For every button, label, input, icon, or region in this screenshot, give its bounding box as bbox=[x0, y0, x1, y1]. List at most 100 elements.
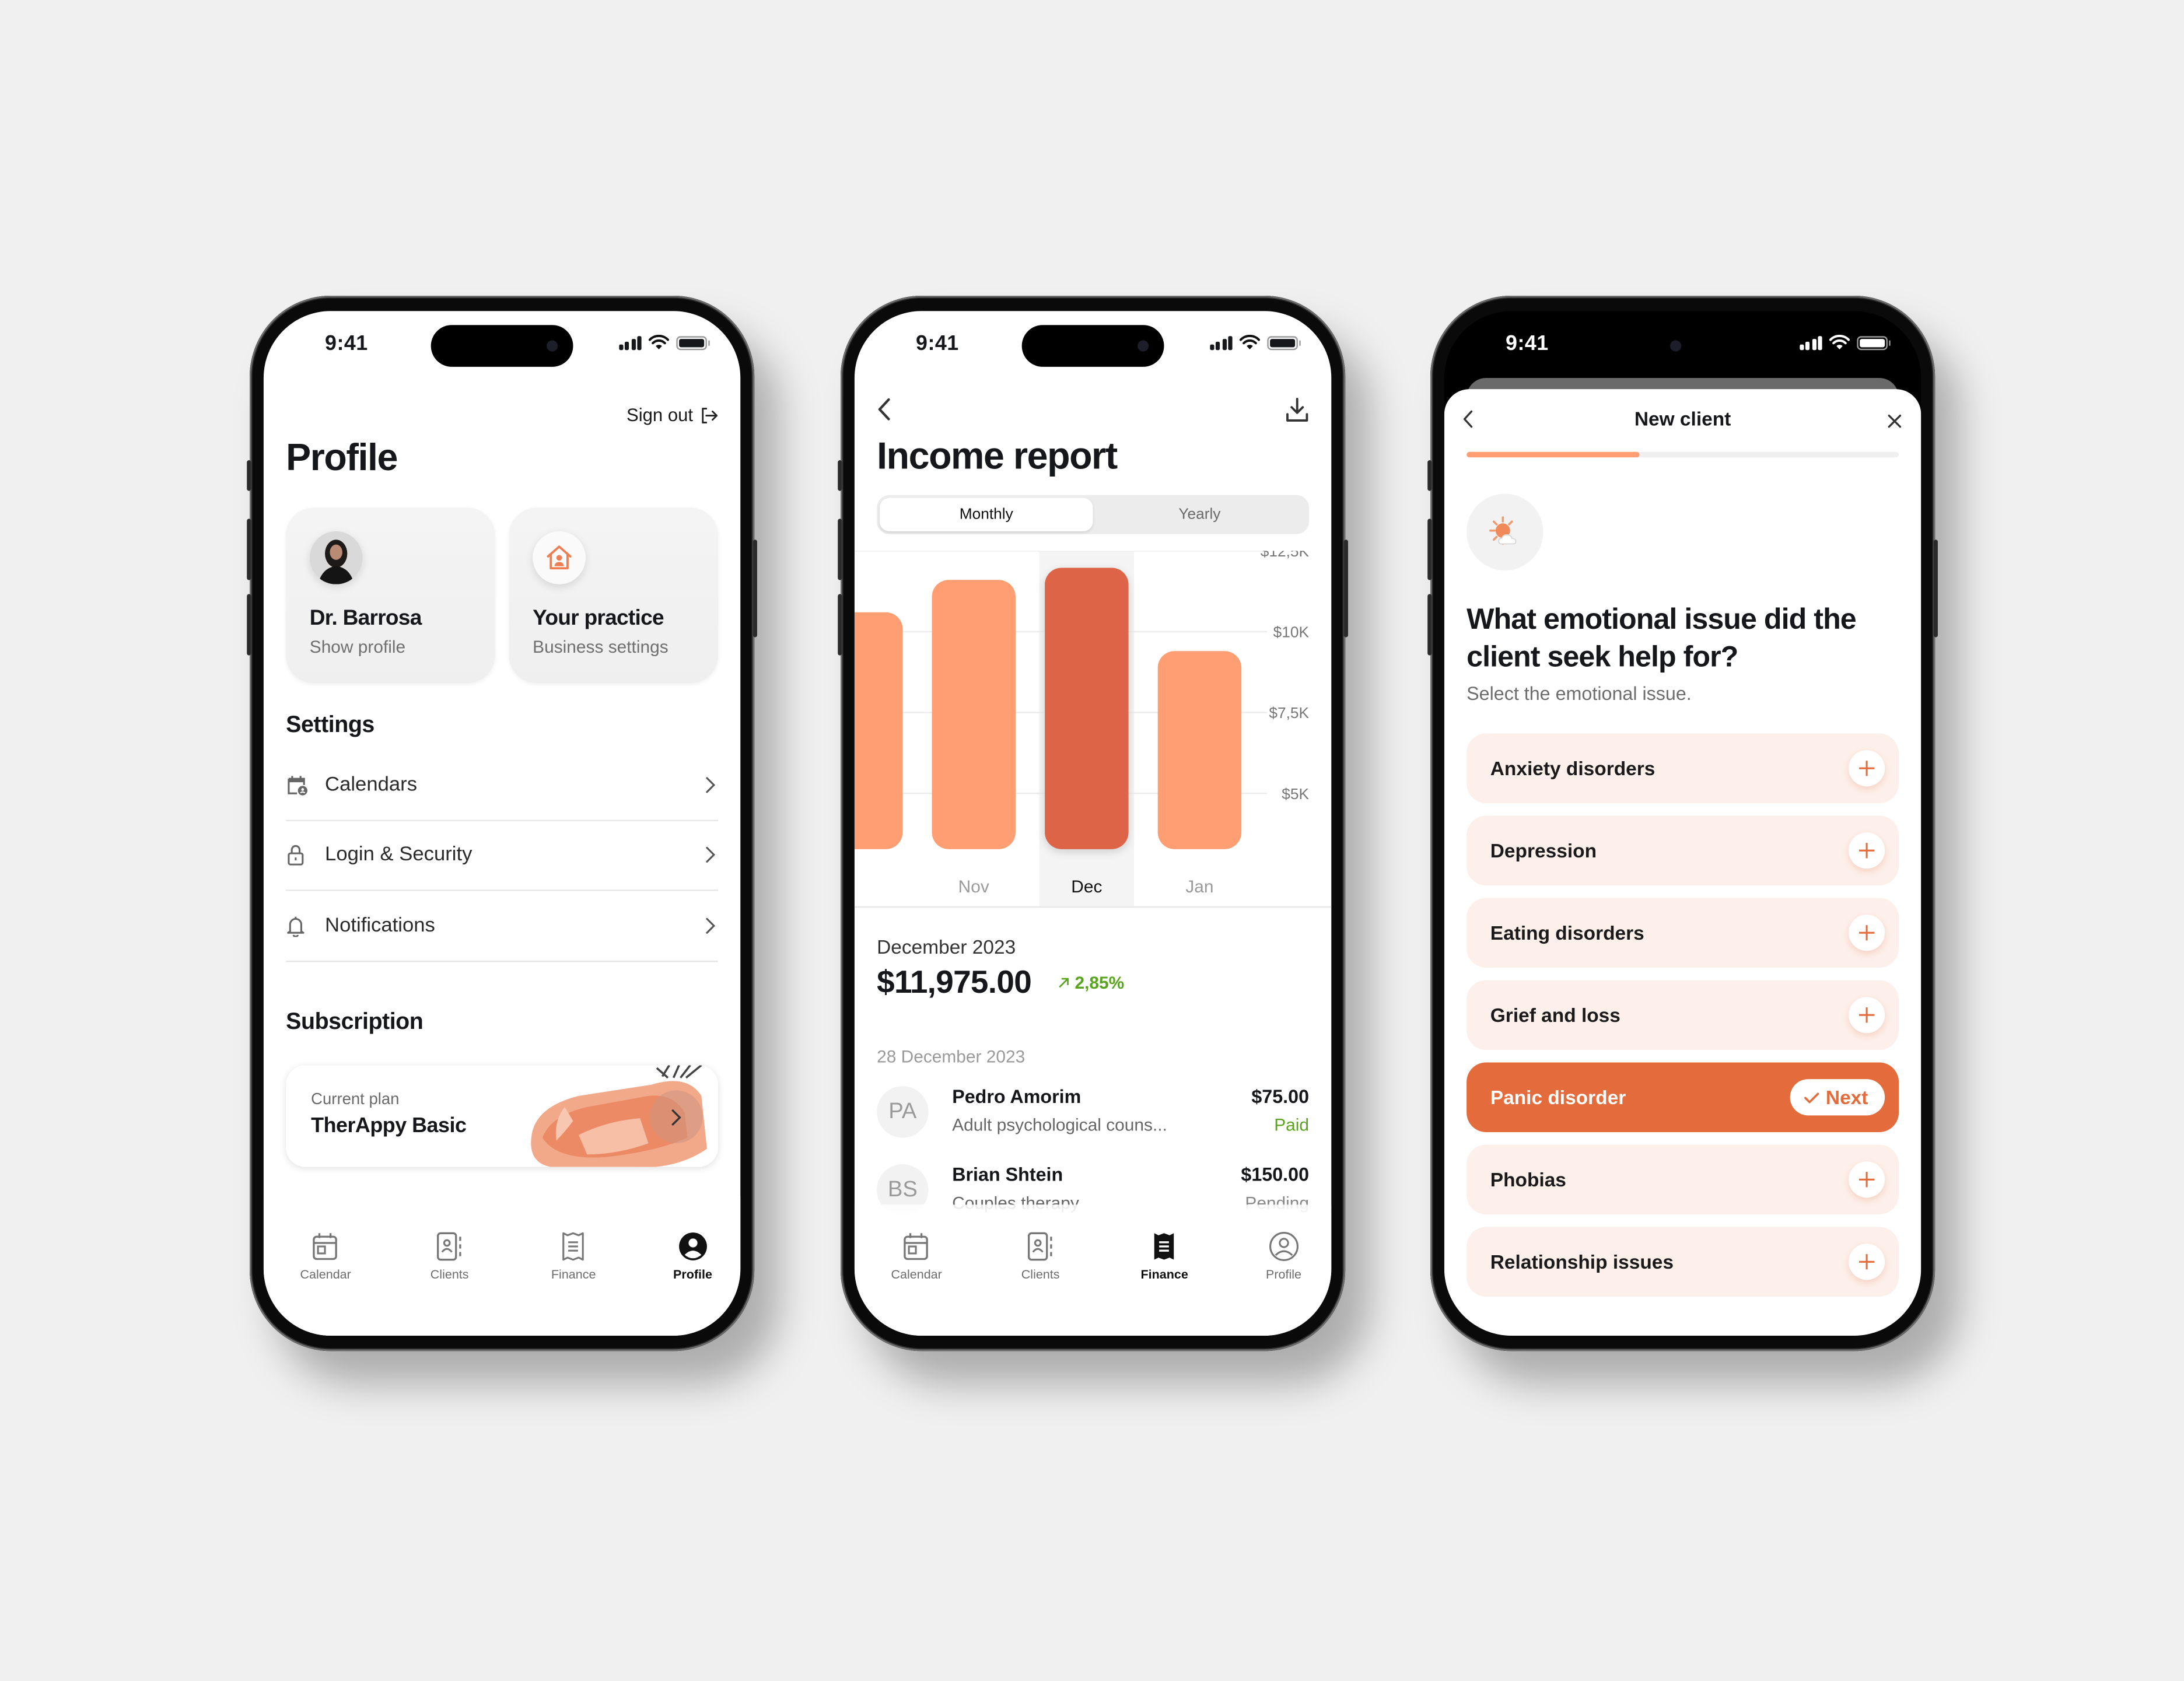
option-label: Relationship issues bbox=[1490, 1251, 1674, 1273]
bar-oct[interactable] bbox=[854, 612, 903, 849]
battery-icon bbox=[676, 335, 710, 350]
option-grief-and-loss[interactable]: Grief and loss bbox=[1466, 980, 1899, 1050]
chevron-right-icon bbox=[706, 847, 716, 863]
practice-card-subtitle: Business settings bbox=[533, 637, 668, 657]
settings-item-calendars[interactable]: Calendars bbox=[286, 750, 719, 821]
close-button[interactable] bbox=[1888, 414, 1902, 428]
phone-new-client: 9:41 New client What emotional issue did… bbox=[1427, 296, 1961, 1385]
battery-icon bbox=[1857, 335, 1891, 350]
dynamic-island bbox=[1021, 325, 1164, 367]
summary-change: 2,85% bbox=[1058, 973, 1124, 993]
option-eating-disorders[interactable]: Eating disorders bbox=[1466, 898, 1899, 968]
add-button[interactable] bbox=[1849, 832, 1885, 869]
back-button[interactable] bbox=[877, 397, 891, 421]
summary-period: December 2023 bbox=[877, 936, 1016, 958]
tab-bar: Calendar Clients Finance Profile bbox=[263, 1196, 741, 1336]
option-anxiety-disorders[interactable]: Anxiety disorders bbox=[1466, 733, 1899, 803]
signal-icon bbox=[1799, 335, 1822, 350]
segment-yearly[interactable]: Yearly bbox=[1093, 498, 1307, 531]
plan-details-button[interactable] bbox=[649, 1090, 703, 1144]
tab-clients[interactable]: Clients bbox=[992, 1231, 1089, 1281]
dynamic-island bbox=[1669, 325, 1697, 367]
add-button[interactable] bbox=[1849, 750, 1885, 787]
transaction-amount: $150.00 bbox=[1241, 1164, 1310, 1185]
payment-status: Paid bbox=[1274, 1115, 1310, 1135]
option-label: Eating disorders bbox=[1490, 922, 1644, 944]
profile-card-title: Dr. Barrosa bbox=[309, 606, 422, 631]
status-time: 9:41 bbox=[325, 332, 368, 356]
question-subtitle: Select the emotional issue. bbox=[1466, 683, 1692, 705]
page-title: Profile bbox=[286, 436, 398, 479]
bar-jan[interactable] bbox=[1157, 651, 1242, 849]
y-tick-label: $7,5K bbox=[1269, 704, 1309, 722]
power-button bbox=[752, 540, 757, 638]
settings-item-login-security[interactable]: Login & Security bbox=[286, 821, 719, 891]
transaction-row[interactable]: PA Pedro Amorim Adult psychological coun… bbox=[877, 1086, 1309, 1150]
volume-up-button bbox=[247, 519, 251, 580]
add-button[interactable] bbox=[1849, 915, 1885, 951]
practice-card[interactable]: Your practice Business settings bbox=[509, 507, 719, 684]
income-bar-chart: $5K $7,5K $10K $12,5K Nov Dec Jan bbox=[854, 551, 1331, 906]
sign-out-label: Sign out bbox=[626, 404, 694, 426]
download-button[interactable] bbox=[1285, 397, 1309, 422]
transaction-amount: $75.00 bbox=[1251, 1086, 1310, 1107]
wifi-icon bbox=[648, 334, 670, 350]
option-panic-disorder[interactable]: Panic disorder Next bbox=[1466, 1062, 1899, 1133]
settings-heading: Settings bbox=[286, 712, 374, 738]
add-button[interactable] bbox=[1849, 1161, 1885, 1198]
dynamic-island bbox=[430, 325, 573, 367]
segment-monthly[interactable]: Monthly bbox=[879, 498, 1093, 531]
add-button[interactable] bbox=[1849, 997, 1885, 1034]
chart-divider bbox=[854, 906, 1332, 908]
option-label: Panic disorder bbox=[1490, 1086, 1626, 1109]
bar-dec[interactable] bbox=[1045, 568, 1129, 849]
y-tick-label: $5K bbox=[1282, 785, 1309, 803]
tab-calendar[interactable]: Calendar bbox=[276, 1231, 374, 1281]
tab-finance[interactable]: Finance bbox=[1116, 1231, 1213, 1281]
option-label: Depression bbox=[1490, 839, 1597, 862]
profile-icon bbox=[1269, 1232, 1298, 1261]
avatar bbox=[309, 531, 363, 584]
phone-income-report: 9:41 Income report Monthly Yearly $5K $7,… bbox=[838, 296, 1371, 1385]
step-progress-bar bbox=[1466, 451, 1899, 458]
tab-label: Calendar bbox=[300, 1267, 351, 1281]
settings-item-notifications[interactable]: Notifications bbox=[286, 891, 719, 962]
sign-out-button[interactable]: Sign out bbox=[626, 404, 718, 425]
add-button[interactable] bbox=[1849, 1244, 1885, 1280]
client-name: Pedro Amorim bbox=[952, 1086, 1082, 1107]
next-button[interactable]: Next bbox=[1789, 1079, 1885, 1116]
plan-label: Current plan bbox=[311, 1091, 400, 1109]
summary-change-value: 2,85% bbox=[1074, 973, 1125, 993]
wifi-icon bbox=[1829, 334, 1850, 350]
volume-down-button bbox=[1427, 594, 1432, 656]
y-tick-label: $12,5K bbox=[1261, 551, 1310, 560]
power-button bbox=[1933, 540, 1938, 638]
subscription-plan-card[interactable]: Current plan TherAppy Basic bbox=[286, 1065, 719, 1167]
plus-icon bbox=[1859, 1254, 1875, 1270]
tab-label: Clients bbox=[1021, 1267, 1060, 1281]
plus-icon bbox=[1859, 761, 1875, 776]
income-report-screen: 9:41 Income report Monthly Yearly $5K $7,… bbox=[854, 311, 1332, 1336]
receipt-icon bbox=[562, 1232, 584, 1261]
option-relationship-issues[interactable]: Relationship issues bbox=[1466, 1227, 1899, 1297]
tab-clients[interactable]: Clients bbox=[401, 1231, 498, 1281]
house-person-icon bbox=[533, 531, 586, 584]
receipt-icon bbox=[1154, 1233, 1174, 1260]
page-title: Income report bbox=[877, 435, 1118, 477]
question-heading: What emotional issue did the client seek… bbox=[1466, 604, 1857, 674]
option-phobias[interactable]: Phobias bbox=[1466, 1144, 1899, 1215]
status-time: 9:41 bbox=[1506, 332, 1549, 356]
tab-calendar[interactable]: Calendar bbox=[867, 1231, 965, 1281]
tab-finance[interactable]: Finance bbox=[525, 1231, 622, 1281]
period-segmented-control: Monthly Yearly bbox=[877, 495, 1310, 534]
tab-profile[interactable]: Profile bbox=[1235, 1231, 1331, 1281]
tab-profile[interactable]: Profile bbox=[644, 1231, 740, 1281]
x-tick-label: Dec bbox=[1071, 877, 1102, 896]
x-tick-label: Jan bbox=[1185, 877, 1213, 896]
option-depression[interactable]: Depression bbox=[1466, 815, 1899, 885]
settings-item-label: Notifications bbox=[325, 914, 435, 937]
tab-label: Finance bbox=[1140, 1267, 1188, 1281]
profile-card[interactable]: Dr. Barrosa Show profile bbox=[286, 507, 495, 684]
bar-nov[interactable] bbox=[932, 580, 1016, 849]
plus-icon bbox=[1859, 925, 1875, 941]
